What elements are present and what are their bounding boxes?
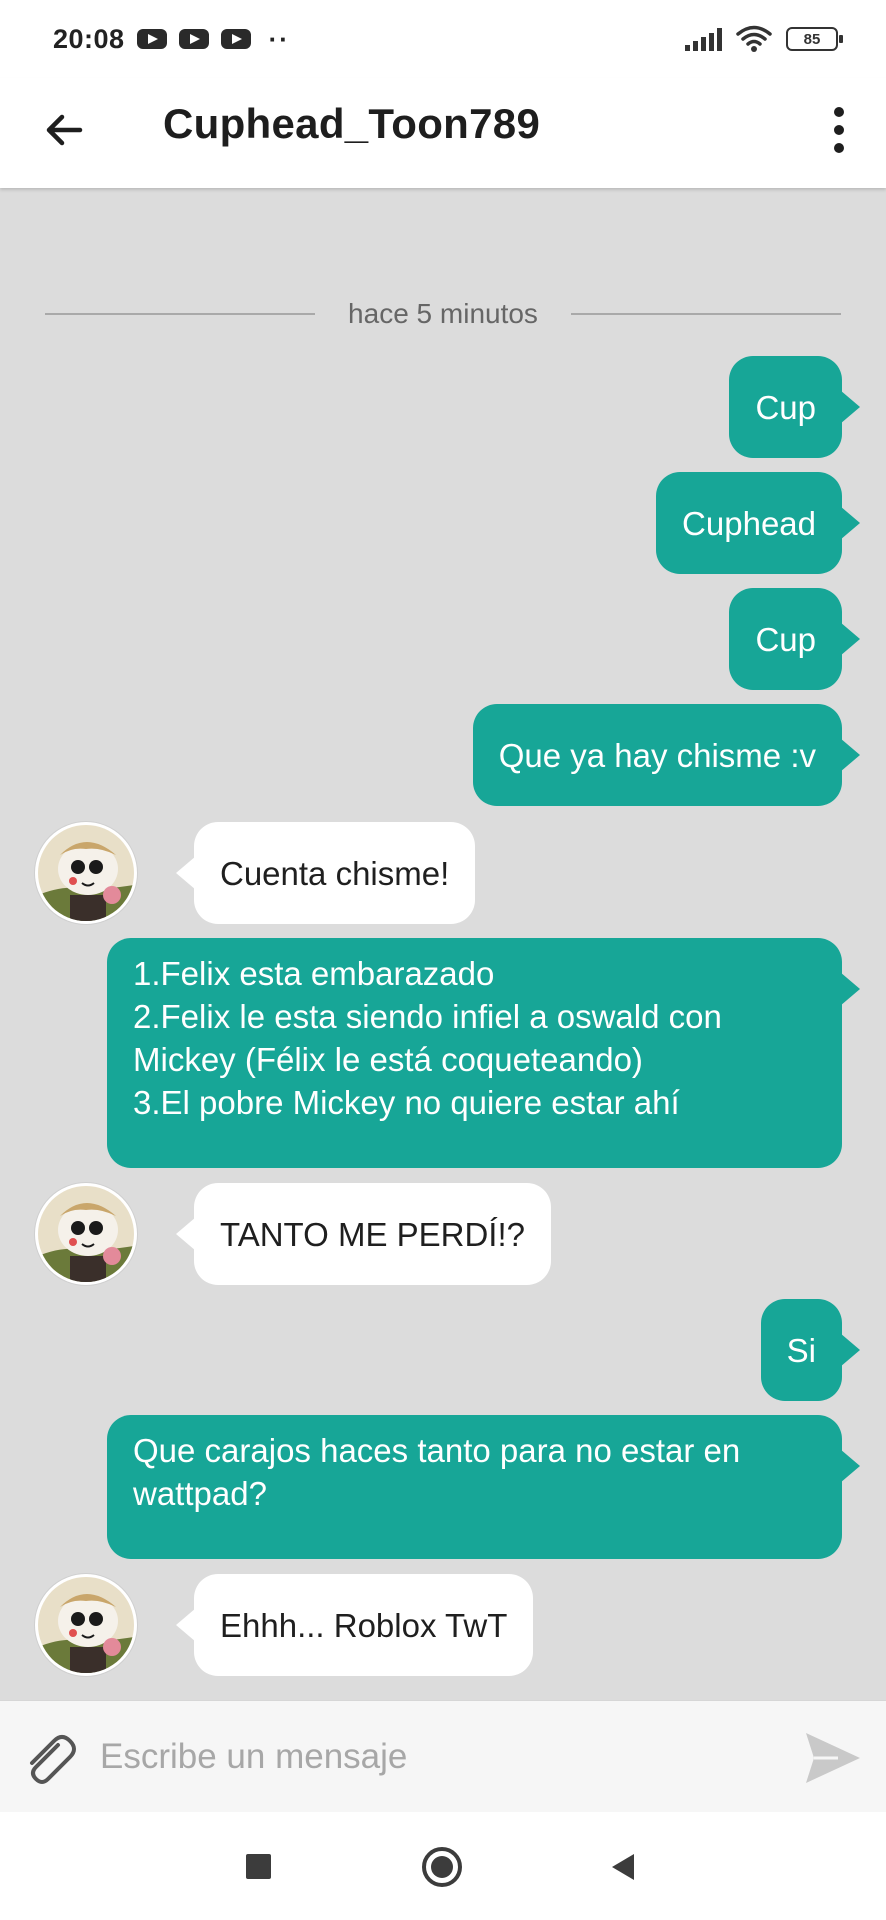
cuphead-avatar-icon bbox=[38, 1577, 134, 1673]
incoming-message[interactable]: TANTO ME PERDÍ!? bbox=[176, 1183, 551, 1285]
triangle-back-icon[interactable] bbox=[608, 1852, 638, 1882]
outgoing-message[interactable]: Que carajos haces tanto para no estar en… bbox=[107, 1415, 860, 1559]
chat-screen: 20:08 ·· 85 Cuphead_Toon789 hace 5 minut… bbox=[0, 0, 886, 1920]
outgoing-message[interactable]: Cuphead bbox=[656, 472, 860, 574]
message-input[interactable] bbox=[100, 1723, 750, 1791]
message-text: Cup bbox=[755, 620, 816, 658]
outgoing-message[interactable]: Si bbox=[760, 1299, 861, 1401]
outgoing-message[interactable]: Cup bbox=[729, 356, 860, 458]
message-text: Que carajos haces tanto para no estar en… bbox=[133, 1432, 741, 1512]
battery-level: 85 bbox=[803, 30, 821, 48]
outgoing-message[interactable]: 1.Felix esta embarazado 2.Felix le esta … bbox=[107, 938, 860, 1168]
battery-icon: 85 bbox=[786, 27, 843, 51]
message-list[interactable]: hace 5 minutos Cup Cuphead Cup Que ya ha… bbox=[0, 188, 886, 1700]
contact-avatar[interactable] bbox=[35, 1183, 137, 1285]
square-icon[interactable] bbox=[246, 1854, 271, 1879]
message-text: Cuphead bbox=[682, 504, 816, 542]
contact-avatar[interactable] bbox=[35, 1574, 137, 1676]
system-nav-bar bbox=[0, 1812, 886, 1920]
contact-avatar[interactable] bbox=[35, 822, 137, 924]
message-text: Ehhh... Roblox TwT bbox=[220, 1606, 508, 1644]
send-icon[interactable] bbox=[802, 1727, 864, 1789]
signal-icon bbox=[685, 27, 722, 51]
wifi-icon bbox=[736, 25, 772, 52]
cuphead-avatar-icon bbox=[38, 825, 134, 921]
message-text: Cuenta chisme! bbox=[220, 854, 450, 892]
youtube-icon bbox=[136, 29, 167, 49]
youtube-icon bbox=[220, 29, 251, 49]
cuphead-avatar-icon bbox=[38, 1186, 134, 1282]
youtube-icon bbox=[178, 29, 209, 49]
message-text: Cup bbox=[755, 388, 816, 426]
circle-icon[interactable] bbox=[420, 1845, 464, 1889]
divider-line bbox=[571, 313, 841, 315]
timestamp-divider: hace 5 minutos bbox=[45, 294, 841, 334]
incoming-message[interactable]: Cuenta chisme! bbox=[175, 822, 476, 924]
status-time: 20:08 bbox=[53, 23, 125, 54]
more-notifications-icon: ·· bbox=[268, 23, 290, 54]
message-text: Si bbox=[786, 1331, 816, 1369]
app-bar: Cuphead_Toon789 bbox=[0, 78, 886, 188]
message-composer bbox=[0, 1700, 886, 1812]
status-bar: 20:08 ·· 85 bbox=[0, 0, 886, 78]
outgoing-message[interactable]: Cup bbox=[729, 588, 860, 690]
message-text: TANTO ME PERDÍ!? bbox=[220, 1215, 525, 1253]
incoming-message[interactable]: Ehhh... Roblox TwT bbox=[175, 1574, 534, 1676]
outgoing-message[interactable]: Que ya hay chisme :v bbox=[472, 704, 861, 806]
message-text: 1.Felix esta embarazado 2.Felix le esta … bbox=[133, 955, 722, 1121]
message-text: Que ya hay chisme :v bbox=[498, 736, 816, 774]
more-vertical-icon[interactable] bbox=[814, 100, 864, 160]
status-icons: 85 bbox=[685, 25, 843, 53]
chat-title: Cuphead_Toon789 bbox=[163, 100, 541, 147]
paperclip-icon[interactable] bbox=[18, 1729, 78, 1789]
back-arrow-icon[interactable] bbox=[40, 105, 90, 155]
